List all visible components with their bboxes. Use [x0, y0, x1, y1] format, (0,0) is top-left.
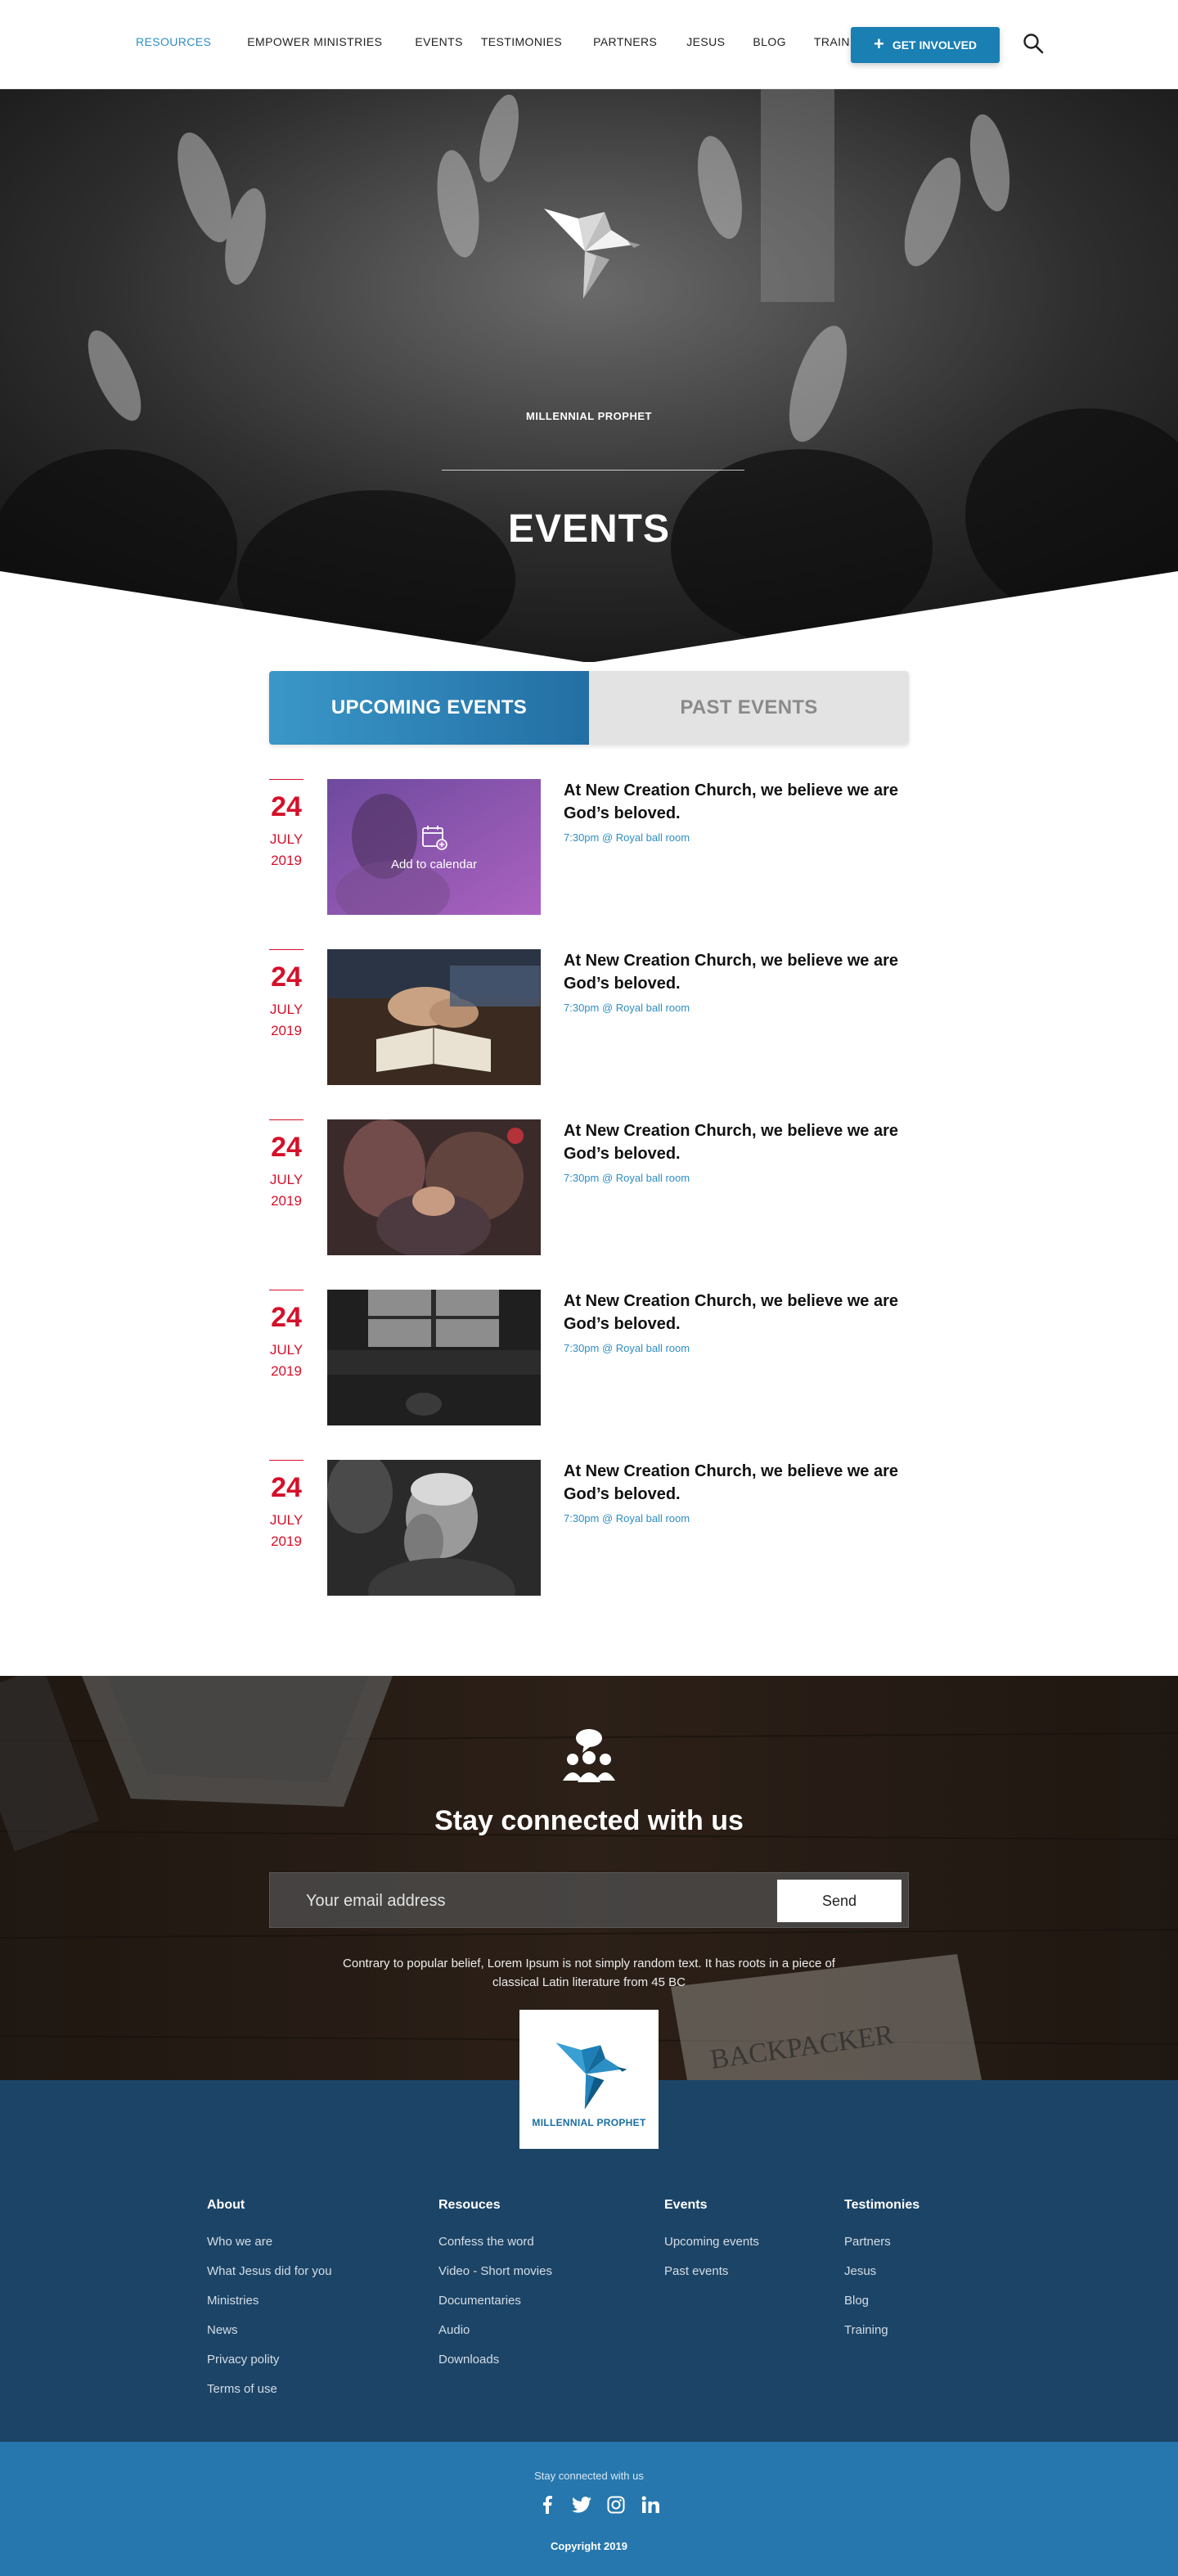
- event-date: 24 JULY 2019: [269, 779, 303, 871]
- event-image[interactable]: [327, 1119, 541, 1255]
- event-title[interactable]: At New Creation Church, we believe we ar…: [564, 779, 907, 825]
- tab-upcoming-events[interactable]: UPCOMING EVENTS: [269, 671, 589, 745]
- add-to-calendar-label: Add to calendar: [390, 857, 478, 871]
- event-day: 24: [271, 1472, 302, 1503]
- event-month: JULY: [269, 831, 303, 847]
- linkedin-icon[interactable]: [640, 2494, 661, 2515]
- event-time-location: 7:30pm @ Royal ball room: [564, 1512, 690, 1524]
- sub-footer: Stay connected with us Copyright 2019: [0, 2442, 1178, 2576]
- elderly-man-praying-photo: [327, 1460, 541, 1596]
- footer-link[interactable]: Jesus: [844, 2257, 919, 2286]
- event-date: 24 JULY 2019: [269, 1290, 303, 1381]
- footer-link[interactable]: Ministries: [207, 2286, 332, 2316]
- event-month: JULY: [269, 1002, 303, 1017]
- footer-link[interactable]: Confess the word: [438, 2227, 552, 2257]
- instagram-icon[interactable]: [605, 2494, 627, 2515]
- footer-heading: Resouces: [438, 2198, 501, 2212]
- footer-link[interactable]: Who we are: [207, 2227, 332, 2257]
- newsletter-title: Stay connected with us: [434, 1805, 744, 1836]
- event-date: 24 JULY 2019: [269, 949, 303, 1041]
- event-image[interactable]: [327, 1460, 541, 1596]
- footer-col-resources: Resouces Confess the word Video - Short …: [438, 2198, 552, 2375]
- event-time-location: 7:30pm @ Royal ball room: [564, 1342, 690, 1354]
- event-item[interactable]: 24 JULY 2019 At New Creation Church, we …: [269, 1460, 909, 1596]
- footer-heading: About: [207, 2198, 245, 2212]
- event-image[interactable]: Add to calendar: [327, 779, 541, 915]
- event-month: JULY: [269, 1172, 303, 1187]
- footer-link[interactable]: Documentaries: [438, 2286, 552, 2316]
- event-date: 24 JULY 2019: [269, 1119, 303, 1211]
- event-item[interactable]: 24 JULY 2019 At New Creation Church, we …: [269, 1119, 909, 1255]
- calendar-add-icon: [421, 825, 447, 850]
- event-item[interactable]: 24 JULY 2019 At New Creation Church, we …: [269, 1290, 909, 1425]
- footer-link[interactable]: Audio: [438, 2316, 552, 2345]
- event-title[interactable]: At New Creation Church, we believe we ar…: [564, 1290, 907, 1335]
- community-chat-icon: [563, 1729, 615, 1782]
- bible-hands-photo: [327, 949, 541, 1085]
- event-title[interactable]: At New Creation Church, we believe we ar…: [564, 1460, 907, 1506]
- newsletter-description: Contrary to popular belief, Lorem Ipsum …: [343, 1957, 835, 1990]
- event-time-location: 7:30pm @ Royal ball room: [564, 1002, 690, 1014]
- event-day: 24: [271, 791, 302, 822]
- event-item[interactable]: 24 JULY 2019 Add to calendar At New Crea…: [269, 779, 909, 915]
- footer-link[interactable]: Blog: [844, 2286, 919, 2316]
- footer-link[interactable]: Terms of use: [207, 2375, 332, 2404]
- send-button[interactable]: Send: [777, 1880, 901, 1922]
- footer-link[interactable]: Training: [844, 2316, 919, 2345]
- footer-link[interactable]: Upcoming events: [664, 2227, 759, 2257]
- add-to-calendar-overlay[interactable]: Add to calendar: [327, 779, 541, 915]
- twitter-icon[interactable]: [571, 2494, 592, 2515]
- footer-link[interactable]: Downloads: [438, 2345, 552, 2375]
- event-image[interactable]: [327, 949, 541, 1085]
- social-links: [537, 2494, 661, 2515]
- event-year: 2019: [271, 1192, 302, 1209]
- stay-connected-text: Stay connected with us: [534, 2470, 644, 2482]
- footer-link[interactable]: Privacy polity: [207, 2345, 332, 2375]
- events-tabs: UPCOMING EVENTS PAST EVENTS: [269, 671, 909, 745]
- event-month: JULY: [269, 1342, 303, 1358]
- footer-col-about: About Who we are What Jesus did for you …: [207, 2198, 332, 2404]
- group-prayer-photo: [327, 1119, 541, 1255]
- event-item[interactable]: 24 JULY 2019 At New Creation Church, we …: [269, 949, 909, 1085]
- email-input[interactable]: [306, 1888, 731, 1914]
- event-year: 2019: [271, 1362, 302, 1379]
- footer: MILLENNIAL PROPHET About Who we are What…: [0, 2010, 1178, 2442]
- kneeling-window-photo: [327, 1290, 541, 1425]
- event-time-location: 7:30pm @ Royal ball room: [564, 831, 690, 844]
- tab-past-events[interactable]: PAST EVENTS: [589, 671, 909, 745]
- footer-link[interactable]: News: [207, 2316, 332, 2345]
- event-year: 2019: [271, 852, 302, 868]
- footer-link[interactable]: What Jesus did for you: [207, 2257, 332, 2286]
- events-main: UPCOMING EVENTS PAST EVENTS 24 JULY 2019: [0, 0, 1178, 1676]
- footer-link[interactable]: Video - Short movies: [438, 2257, 552, 2286]
- event-year: 2019: [271, 1533, 302, 1549]
- footer-col-events: Events Upcoming events Past events: [664, 2198, 759, 2286]
- newsletter-form: Send: [269, 1872, 909, 1928]
- footer-col-testimonies: Testimonies Partners Jesus Blog Training: [844, 2198, 919, 2345]
- event-title[interactable]: At New Creation Church, we believe we ar…: [564, 949, 907, 995]
- event-month: JULY: [269, 1512, 303, 1528]
- event-year: 2019: [271, 1022, 302, 1038]
- footer-logo[interactable]: MILLENNIAL PROPHET: [519, 2010, 659, 2149]
- facebook-icon[interactable]: [537, 2494, 558, 2515]
- event-day: 24: [271, 1132, 302, 1163]
- event-day: 24: [271, 1302, 302, 1333]
- event-day: 24: [271, 961, 302, 993]
- dove-logo-icon: [555, 2042, 627, 2110]
- event-image[interactable]: [327, 1290, 541, 1425]
- footer-link[interactable]: Partners: [844, 2227, 919, 2257]
- event-time-location: 7:30pm @ Royal ball room: [564, 1172, 690, 1184]
- event-date: 24 JULY 2019: [269, 1460, 303, 1551]
- footer-heading: Testimonies: [844, 2198, 920, 2212]
- event-title[interactable]: At New Creation Church, we believe we ar…: [564, 1119, 907, 1165]
- footer-link[interactable]: Past events: [664, 2257, 759, 2286]
- copyright-text: Copyright 2019: [551, 2540, 627, 2552]
- footer-heading: Events: [664, 2198, 708, 2212]
- footer-logo-text: MILLENNIAL PROPHET: [532, 2117, 646, 2128]
